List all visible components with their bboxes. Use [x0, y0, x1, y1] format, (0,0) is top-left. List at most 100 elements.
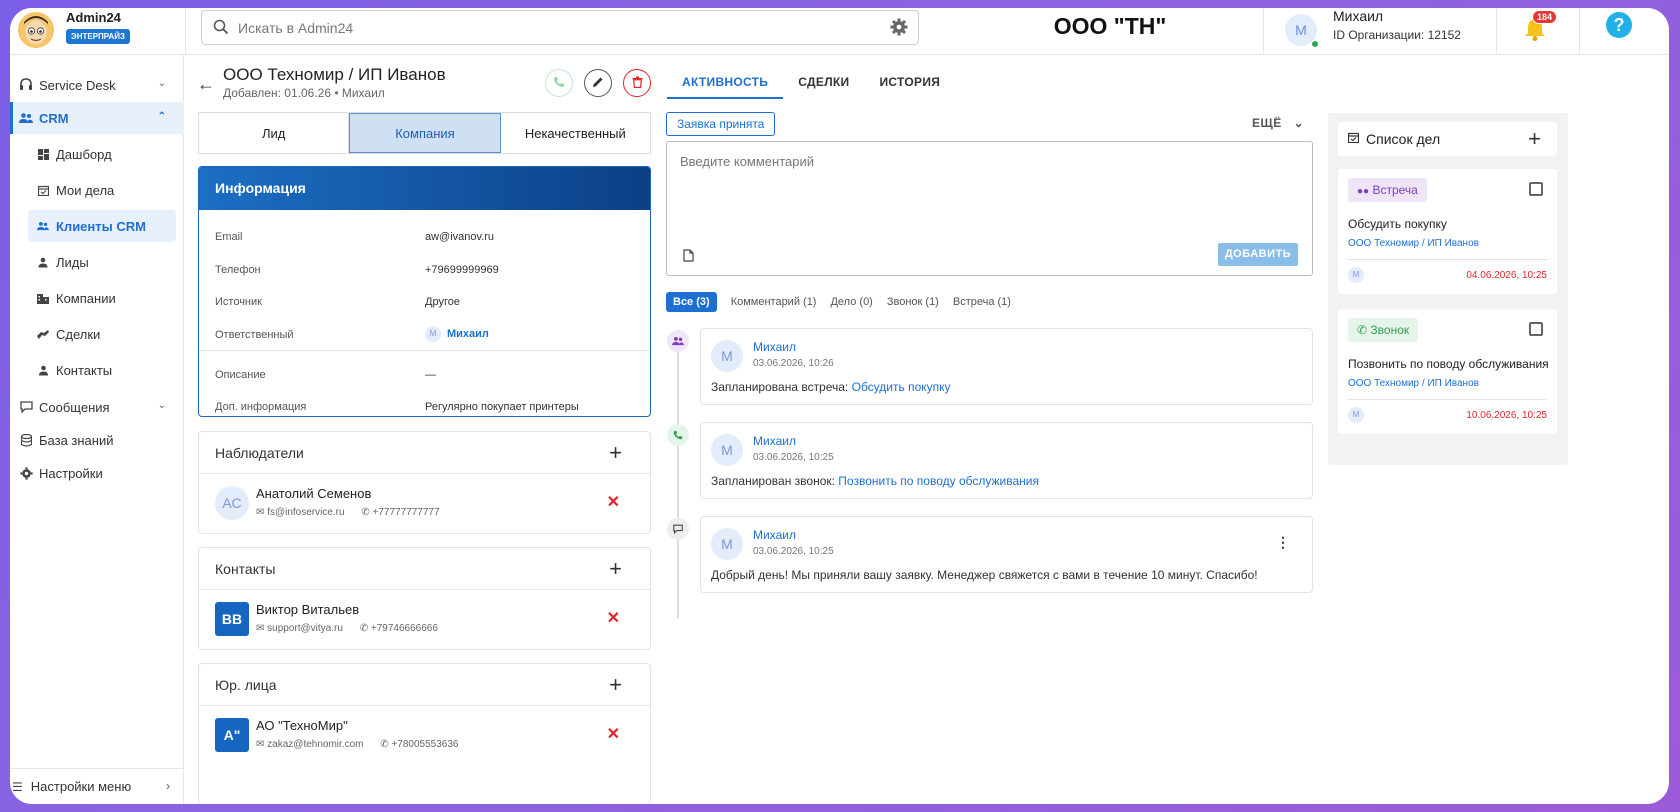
- edit-button[interactable]: [584, 69, 612, 97]
- todo-checkbox[interactable]: [1529, 182, 1543, 196]
- legal-entities-header: Юр. лица +: [199, 664, 650, 706]
- remove-legal-entity-button[interactable]: ✕: [607, 724, 620, 744]
- avatar: М: [711, 434, 743, 466]
- attach-file-icon[interactable]: [683, 249, 694, 265]
- list-item: А" АО "ТехноМир" ✉ zakaz@tehnomir.com ✆ …: [199, 706, 650, 764]
- divider: [1579, 8, 1580, 55]
- add-observer-button[interactable]: +: [609, 440, 622, 466]
- call-button[interactable]: [545, 69, 573, 97]
- sidebar-item-leads[interactable]: Лиды: [28, 246, 176, 278]
- contacts-header: Контакты +: [199, 548, 650, 590]
- sidebar-item-label: Сообщения: [39, 399, 110, 415]
- sidebar-item-crm[interactable]: CRM ⌃: [10, 102, 184, 134]
- timeline-link[interactable]: Позвонить по поводу обслуживания: [838, 474, 1039, 488]
- sidebar-item-my-tasks[interactable]: Мои дела: [28, 174, 176, 206]
- todo-company-link[interactable]: ООО Техномир / ИП Иванов: [1348, 238, 1479, 249]
- person-email[interactable]: fs@infoservice.ru: [267, 507, 344, 518]
- tab-lead[interactable]: Лид: [199, 113, 350, 153]
- sidebar-item-label: Компании: [56, 290, 116, 306]
- tab-deals[interactable]: СДЕЛКИ: [783, 65, 864, 99]
- page-title: ООО Техномир / ИП Иванов: [223, 65, 446, 84]
- add-comment-button[interactable]: ДОБАВИТЬ: [1218, 243, 1298, 266]
- todo-title: Список дел: [1366, 131, 1441, 147]
- back-arrow-icon[interactable]: ←: [197, 74, 215, 95]
- tab-company[interactable]: Компания: [349, 113, 501, 153]
- filter-comments[interactable]: Комментарий (1): [731, 292, 817, 312]
- timeline-link[interactable]: Обсудить покупку: [852, 380, 951, 394]
- todo-company-link[interactable]: ООО Техномир / ИП Иванов: [1348, 378, 1479, 389]
- brand[interactable]: Admin24 ЭНТЕРПРАЙЗ: [10, 8, 186, 55]
- sidebar: Service Desk ⌄ CRM ⌃ Дашборд Мои дела Кл…: [10, 55, 184, 804]
- sidebar-item-label: Клиенты CRM: [56, 218, 146, 234]
- sidebar-item-settings[interactable]: Настройки: [10, 457, 184, 489]
- todo-checkbox[interactable]: [1529, 322, 1543, 336]
- sidebar-item-contacts[interactable]: Контакты: [28, 354, 176, 386]
- dashboard-icon: [36, 148, 50, 160]
- sidebar-item-service-desk[interactable]: Service Desk ⌄: [10, 69, 184, 101]
- timeline-author[interactable]: Михаил: [753, 528, 796, 542]
- filter-calls[interactable]: Звонок (1): [887, 292, 939, 312]
- online-status-dot: [1311, 40, 1319, 48]
- add-contact-button[interactable]: +: [609, 556, 622, 582]
- sidebar-item-dashboard[interactable]: Дашборд: [28, 138, 176, 170]
- timeline-date: 03.06.2026, 10:25: [753, 546, 834, 557]
- meeting-icon: [667, 330, 689, 352]
- more-vertical-icon[interactable]: ⋮: [1276, 534, 1290, 551]
- add-todo-button[interactable]: +: [1528, 126, 1541, 152]
- comment-box: ДОБАВИТЬ: [666, 141, 1313, 276]
- todo-item[interactable]: ●● Встреча Обсудить покупку ООО Техномир…: [1338, 169, 1557, 294]
- chevron-down-icon: ⌄: [157, 400, 166, 411]
- filter-tasks[interactable]: Дело (0): [830, 292, 872, 312]
- phone-value[interactable]: +79699999969: [425, 264, 499, 276]
- remove-contact-button[interactable]: ✕: [607, 608, 620, 628]
- person-name[interactable]: АО "ТехноМир": [256, 718, 348, 733]
- tab-low-quality[interactable]: Некачественный: [501, 113, 650, 153]
- search-box[interactable]: [201, 10, 919, 45]
- timeline-author[interactable]: Михаил: [753, 434, 796, 448]
- sidebar-item-knowledge-base[interactable]: База знаний: [10, 424, 184, 456]
- tab-activity[interactable]: АКТИВНОСТЬ: [667, 65, 784, 99]
- tab-history[interactable]: ИСТОРИЯ: [864, 65, 955, 99]
- person-email[interactable]: support@vitya.ru: [267, 623, 343, 634]
- person-phone[interactable]: +79746666666: [371, 623, 438, 634]
- responsible-name: Михаил: [447, 328, 489, 340]
- sidebar-item-companies[interactable]: Компании: [28, 282, 176, 314]
- responsible-value[interactable]: М Михаил: [425, 326, 489, 342]
- avatar: М: [1348, 267, 1364, 283]
- legal-entities-block: Юр. лица + А" АО "ТехноМир" ✉ zakaz@tehn…: [198, 663, 651, 804]
- sidebar-item-crm-clients[interactable]: Клиенты CRM: [28, 210, 176, 242]
- calendar-icon: [1347, 132, 1360, 146]
- timeline-text: Запланирована встреча: Обсудить покупку: [711, 380, 951, 394]
- description-value: —: [425, 369, 436, 381]
- filter-meetings[interactable]: Встреча (1): [953, 292, 1011, 312]
- delete-button[interactable]: [623, 69, 651, 97]
- sidebar-item-label: Сделки: [56, 326, 101, 342]
- chat-icon: [19, 400, 33, 414]
- person-phone[interactable]: +77777777777: [373, 507, 440, 518]
- gear-icon[interactable]: [890, 18, 908, 39]
- sidebar-item-deals[interactable]: Сделки: [28, 318, 176, 350]
- comment-input[interactable]: [680, 154, 1280, 224]
- person-name[interactable]: Виктор Витальев: [256, 602, 359, 617]
- more-dropdown[interactable]: ЕЩЁ ⌄: [1252, 116, 1304, 130]
- sidebar-item-label: Мои дела: [56, 182, 115, 198]
- avatar: М: [425, 326, 441, 342]
- todo-due-date: 10.06.2026, 10:25: [1466, 410, 1547, 421]
- add-legal-entity-button[interactable]: +: [609, 672, 622, 698]
- menu-settings-button[interactable]: ☰ Настройки меню ›: [10, 768, 184, 804]
- timeline-author[interactable]: Михаил: [753, 340, 796, 354]
- email-value[interactable]: aw@ivanov.ru: [425, 231, 494, 243]
- todo-item[interactable]: ✆ Звонок Позвонить по поводу обслуживани…: [1338, 309, 1557, 434]
- person-phone[interactable]: +78005553636: [391, 739, 458, 750]
- filter-all[interactable]: Все (3): [666, 292, 717, 312]
- pencil-icon: [592, 76, 604, 91]
- extra-info-value: Регулярно покупает принтеры: [425, 401, 579, 413]
- status-badge[interactable]: Заявка принята: [666, 112, 776, 136]
- sidebar-item-messages[interactable]: Сообщения ⌄: [10, 391, 184, 423]
- search-input[interactable]: [238, 11, 858, 44]
- remove-observer-button[interactable]: ✕: [607, 492, 620, 512]
- help-icon[interactable]: ?: [1606, 12, 1632, 38]
- person-email[interactable]: zakaz@tehnomir.com: [267, 739, 363, 750]
- person-name[interactable]: Анатолий Семенов: [256, 486, 371, 501]
- user-menu[interactable]: М Михаил ID Организации: 12152: [1263, 8, 1497, 55]
